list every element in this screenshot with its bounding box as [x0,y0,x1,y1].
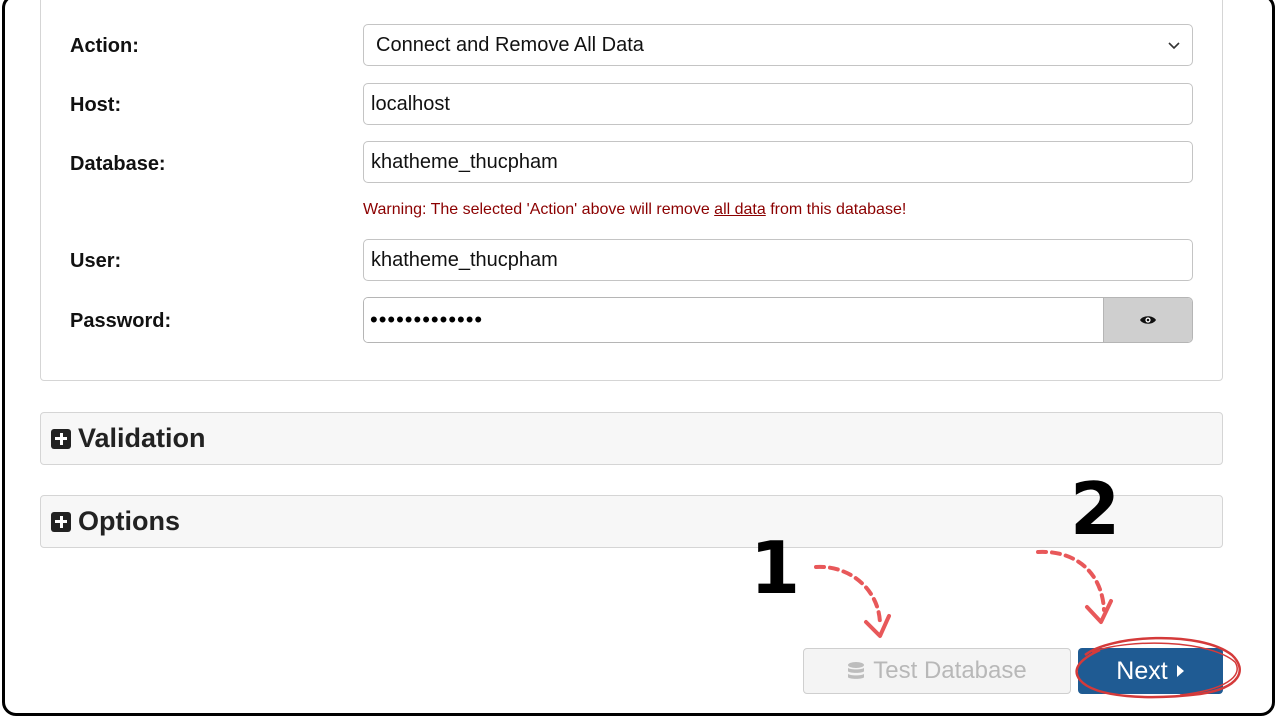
eye-icon [1140,316,1156,324]
host-input[interactable]: localhost [363,83,1193,125]
validation-section-title: Validation [78,423,206,453]
action-select[interactable]: Connect and Remove All Data [363,24,1193,66]
password-toggle-button[interactable] [1103,298,1192,342]
warning-text: Warning: The selected 'Action' above wil… [363,201,715,218]
next-button[interactable]: Next [1078,648,1223,694]
database-warning: Warning: The selected 'Action' above wil… [363,201,906,219]
action-select-value: Connect and Remove All Data [376,33,644,56]
database-icon [848,662,865,679]
options-section-header[interactable]: Options [40,495,1223,548]
plus-square-icon [51,428,71,449]
password-field-group: ••••••••••••• [363,297,1193,343]
action-label: Action: [70,35,139,57]
database-label: Database: [70,153,166,175]
database-input[interactable]: khatheme_thucpham [363,141,1193,183]
plus-square-icon [51,511,71,532]
password-label: Password: [70,310,172,332]
step-1-annotation: 1 [750,526,801,610]
next-label: Next [1116,656,1168,685]
step-2-annotation: 2 [1070,467,1121,551]
host-label: Host: [70,94,122,116]
password-input[interactable]: ••••••••••••• [364,298,1103,342]
warning-all-data-link: all data [714,201,766,218]
chevron-down-icon [1168,42,1180,50]
test-database-button[interactable]: Test Database [803,648,1071,694]
user-input[interactable]: khatheme_thucpham [363,239,1193,281]
validation-section-header[interactable]: Validation [40,412,1223,465]
warning-text-suffix: from this database! [765,201,907,218]
options-section-title: Options [78,506,180,536]
caret-right-icon [1176,665,1184,677]
user-label: User: [70,250,122,272]
test-database-label: Test Database [873,657,1027,684]
